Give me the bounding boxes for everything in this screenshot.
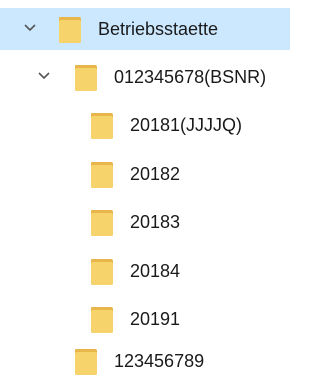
tree-node-label: 123456789 <box>114 351 205 371</box>
folder-icon <box>74 346 98 376</box>
tree-node-quarter[interactable]: 20183 <box>0 201 296 243</box>
tree-node-label: 20184 <box>130 261 181 281</box>
tree-node-label: 20191 <box>130 309 181 329</box>
tree-node-label: 20182 <box>130 164 181 184</box>
tree-node-123456789[interactable]: 123456789 <box>0 340 296 382</box>
tree-node-betriebsstaette[interactable]: Betriebsstaette <box>0 8 290 50</box>
folder-icon <box>90 304 114 334</box>
tree-node-quarter[interactable]: 20182 <box>0 153 296 195</box>
folder-icon <box>90 110 114 140</box>
folder-tree: Betriebsstaette 012345678(BSNR) 20181(JJ… <box>0 0 296 378</box>
tree-node-label: 012345678(BSNR) <box>114 67 267 87</box>
folder-icon <box>74 62 98 92</box>
tree-node-bsnr[interactable]: 012345678(BSNR) <box>0 56 296 98</box>
folder-icon <box>90 159 114 189</box>
tree-node-label: 20181(JJJJQ) <box>130 115 243 135</box>
tree-node-label: 20183 <box>130 212 181 232</box>
folder-icon <box>90 256 114 286</box>
tree-node-label: Betriebsstaette <box>98 19 219 39</box>
chevron-down-icon[interactable] <box>36 68 52 84</box>
tree-node-quarter[interactable]: 20191 <box>0 298 296 340</box>
tree-node-quarter[interactable]: 20184 <box>0 250 296 292</box>
folder-icon <box>90 207 114 237</box>
tree-node-quarter[interactable]: 20181(JJJJQ) <box>0 104 296 146</box>
chevron-down-icon[interactable] <box>22 20 38 36</box>
folder-icon <box>58 14 82 44</box>
